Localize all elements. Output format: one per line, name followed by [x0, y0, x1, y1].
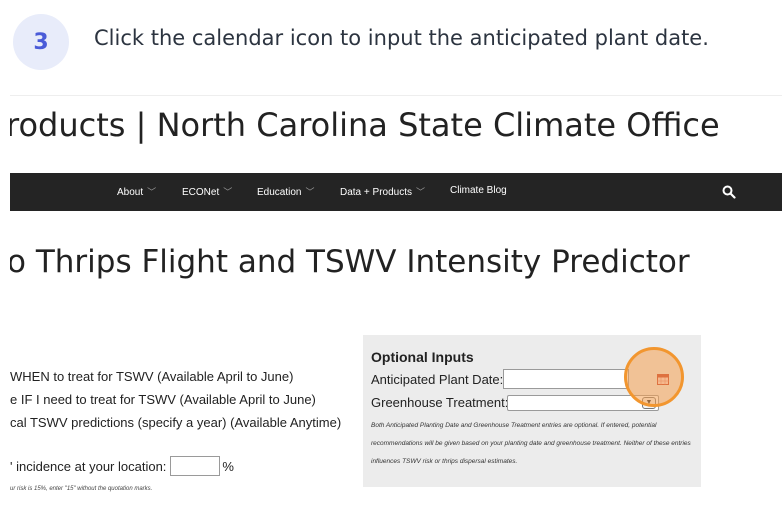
step-instruction: Click the calendar icon to input the ant… — [94, 26, 709, 50]
search-icon[interactable] — [722, 185, 736, 199]
nav-item-label: ECONet — [182, 187, 220, 198]
optional-inputs-note: Both Anticipated Planting Date and Green… — [371, 422, 691, 465]
nav-item-about[interactable]: About ﹀ — [117, 185, 156, 198]
nav-item-econet[interactable]: ECONet ﹀ — [182, 185, 232, 198]
nav-item-climate-blog[interactable]: Climate Blog — [450, 185, 507, 196]
option-historical-predictions[interactable]: cal TSWV predictions (specify a year) (A… — [10, 415, 341, 430]
screenshot-frame: roducts | North Carolina State Climate O… — [10, 95, 782, 509]
option-if-to-treat[interactable]: e IF I need to treat for TSWV (Available… — [10, 392, 316, 407]
nav-item-education[interactable]: Education ﹀ — [257, 185, 315, 198]
chevron-down-icon: ﹀ — [415, 187, 425, 197]
incidence-row: ' incidence at your location: % — [10, 456, 234, 476]
step-badge: 3 — [13, 14, 69, 70]
plant-date-input[interactable] — [503, 369, 629, 389]
option-when-to-treat[interactable]: WHEN to treat for TSWV (Available April … — [10, 369, 293, 384]
chevron-down-icon: ﹀ — [223, 187, 233, 197]
nav-item-data-products[interactable]: Data + Products ﹀ — [340, 185, 425, 198]
greenhouse-label: Greenhouse Treatment: — [371, 395, 509, 410]
nav-item-label: About — [117, 187, 144, 198]
incidence-label: ' incidence at your location: — [10, 458, 167, 474]
incidence-unit: % — [222, 458, 234, 474]
click-highlight — [624, 347, 684, 407]
step-number: 3 — [33, 29, 49, 55]
chevron-down-icon: ﹀ — [147, 187, 157, 197]
incidence-input[interactable] — [170, 456, 221, 476]
optional-inputs-title: Optional Inputs — [371, 349, 474, 365]
navbar: About ﹀ ECONet ﹀ Education ﹀ Data + Product… — [10, 173, 782, 211]
nav-item-label: Climate Blog — [450, 185, 507, 196]
chevron-down-icon: ﹀ — [305, 187, 315, 197]
site-title: roducts | North Carolina State Climate O… — [10, 106, 720, 144]
plant-date-label: Anticipated Plant Date: — [371, 372, 504, 387]
nav-item-label: Education — [257, 187, 302, 198]
incidence-note: ur risk is 15%, enter "15" without the q… — [10, 486, 153, 492]
nav-item-label: Data + Products — [340, 187, 412, 198]
page-heading: o Thrips Flight and TSWV Intensity Predi… — [10, 244, 690, 280]
